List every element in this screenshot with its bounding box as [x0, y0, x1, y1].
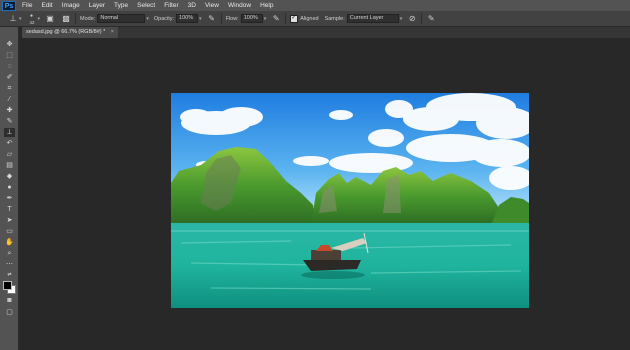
- opacity-label: Opacity:: [153, 15, 175, 22]
- menu-bar: Ps File Edit Image Layer Type Select Fil…: [0, 0, 630, 11]
- eyedropper-tool-icon[interactable]: ⁄: [4, 95, 15, 104]
- chevron-down-icon[interactable]: ▾: [38, 16, 41, 22]
- rectangle-tool-icon[interactable]: ▭: [4, 227, 15, 236]
- blur-tool-icon[interactable]: ◆: [4, 172, 15, 181]
- aligned-checkbox[interactable]: [290, 14, 299, 23]
- lasso-tool-icon[interactable]: ◌: [4, 62, 15, 71]
- screen-mode-icon[interactable]: ▢: [4, 308, 15, 317]
- pressure-size-icon[interactable]: ✎: [426, 14, 436, 24]
- document-canvas[interactable]: [171, 93, 529, 308]
- marquee-tool-icon[interactable]: ⬚: [4, 51, 15, 60]
- swap-colors-icon[interactable]: ⇄: [4, 271, 15, 280]
- document-tab-bar: sedasd.jpg @ 66.7% (RGB/8#) * ×: [22, 27, 630, 38]
- sample-label: Sample:: [324, 15, 345, 22]
- history-brush-icon[interactable]: ↶: [4, 139, 15, 148]
- zoom-tool-icon[interactable]: ⌕: [4, 249, 15, 258]
- menu-layer[interactable]: Layer: [89, 2, 105, 9]
- pen-tool-icon[interactable]: ✒: [4, 194, 15, 203]
- hand-tool-icon[interactable]: ✋: [4, 238, 15, 247]
- menu-help[interactable]: Help: [260, 2, 273, 9]
- flow-label: Flow:: [225, 15, 239, 22]
- ignore-adjustment-layers-icon[interactable]: ⊘: [407, 14, 417, 24]
- divider: [421, 13, 423, 24]
- opacity-input[interactable]: 100%: [176, 14, 199, 23]
- menu-window[interactable]: Window: [228, 2, 251, 9]
- menu-type[interactable]: Type: [114, 2, 128, 9]
- menu-view[interactable]: View: [205, 2, 219, 9]
- document-tab[interactable]: sedasd.jpg @ 66.7% (RGB/8#) * ×: [22, 27, 119, 38]
- foreground-color-swatch[interactable]: [3, 281, 12, 290]
- divider: [75, 13, 77, 24]
- sample-select[interactable]: Current Layer: [346, 14, 399, 23]
- close-icon[interactable]: ×: [111, 29, 114, 35]
- move-tool-icon[interactable]: ✥: [4, 40, 15, 49]
- clone-stamp-preset-icon[interactable]: ⊥: [8, 14, 18, 24]
- flow-input[interactable]: 100%: [240, 14, 263, 23]
- dodge-tool-icon[interactable]: ●: [4, 183, 15, 192]
- landscape-photo: [171, 93, 529, 308]
- menu-3d[interactable]: 3D: [188, 2, 196, 9]
- quick-select-tool-icon[interactable]: ✐: [4, 73, 15, 82]
- chevron-down-icon[interactable]: ▾: [264, 16, 267, 22]
- chevron-down-icon[interactable]: ▾: [400, 16, 403, 22]
- chevron-down-icon[interactable]: ▾: [199, 16, 202, 22]
- chevron-down-icon[interactable]: ▾: [19, 16, 22, 22]
- aligned-label: Aligned: [300, 15, 319, 22]
- eraser-tool-icon[interactable]: ▱: [4, 150, 15, 159]
- photoshop-logo: Ps: [2, 0, 16, 11]
- brush-tool-icon[interactable]: ✎: [4, 117, 15, 126]
- crop-tool-icon[interactable]: ⌗: [4, 84, 15, 93]
- menu-file[interactable]: File: [22, 2, 32, 9]
- path-select-icon[interactable]: ➤: [4, 216, 15, 225]
- pressure-opacity-icon[interactable]: ✎: [207, 14, 217, 24]
- mode-select[interactable]: Normal: [97, 14, 146, 23]
- clone-stamp-icon[interactable]: ⊥: [4, 128, 15, 137]
- menu-image[interactable]: Image: [62, 2, 80, 9]
- document-tab-title: sedasd.jpg @ 66.7% (RGB/8#) *: [26, 29, 106, 35]
- type-tool-icon[interactable]: T: [4, 205, 15, 214]
- options-bar: ⊥ ▾ ● 42 ▾ ▣ ▩ Mode: Normal ▾ Opacity: 1…: [0, 11, 630, 27]
- gradient-tool-icon[interactable]: ▤: [4, 161, 15, 170]
- menu-edit[interactable]: Edit: [41, 2, 52, 9]
- airbrush-icon[interactable]: ✎: [271, 14, 281, 24]
- brush-size-label: 42: [29, 19, 35, 25]
- chevron-down-icon[interactable]: ▾: [146, 16, 149, 22]
- mode-label: Mode:: [80, 15, 96, 22]
- toggle-clone-source-panel-icon[interactable]: ▩: [61, 14, 71, 24]
- menu-filter[interactable]: Filter: [164, 2, 178, 9]
- quick-mask-icon[interactable]: ◙: [4, 296, 15, 305]
- more-tools-icon[interactable]: ⋯: [4, 260, 15, 269]
- menu-select[interactable]: Select: [137, 2, 155, 9]
- healing-brush-icon[interactable]: ✚: [4, 106, 15, 115]
- divider: [285, 13, 287, 24]
- toggle-brush-panel-icon[interactable]: ▣: [45, 14, 55, 24]
- divider: [220, 13, 222, 24]
- tools-panel: ✥ ⬚ ◌ ✐ ⌗ ⁄ ✚ ✎ ⊥ ↶ ▱ ▤ ◆ ● ✒ T ➤ ▭ ✋ ⌕ …: [0, 27, 19, 350]
